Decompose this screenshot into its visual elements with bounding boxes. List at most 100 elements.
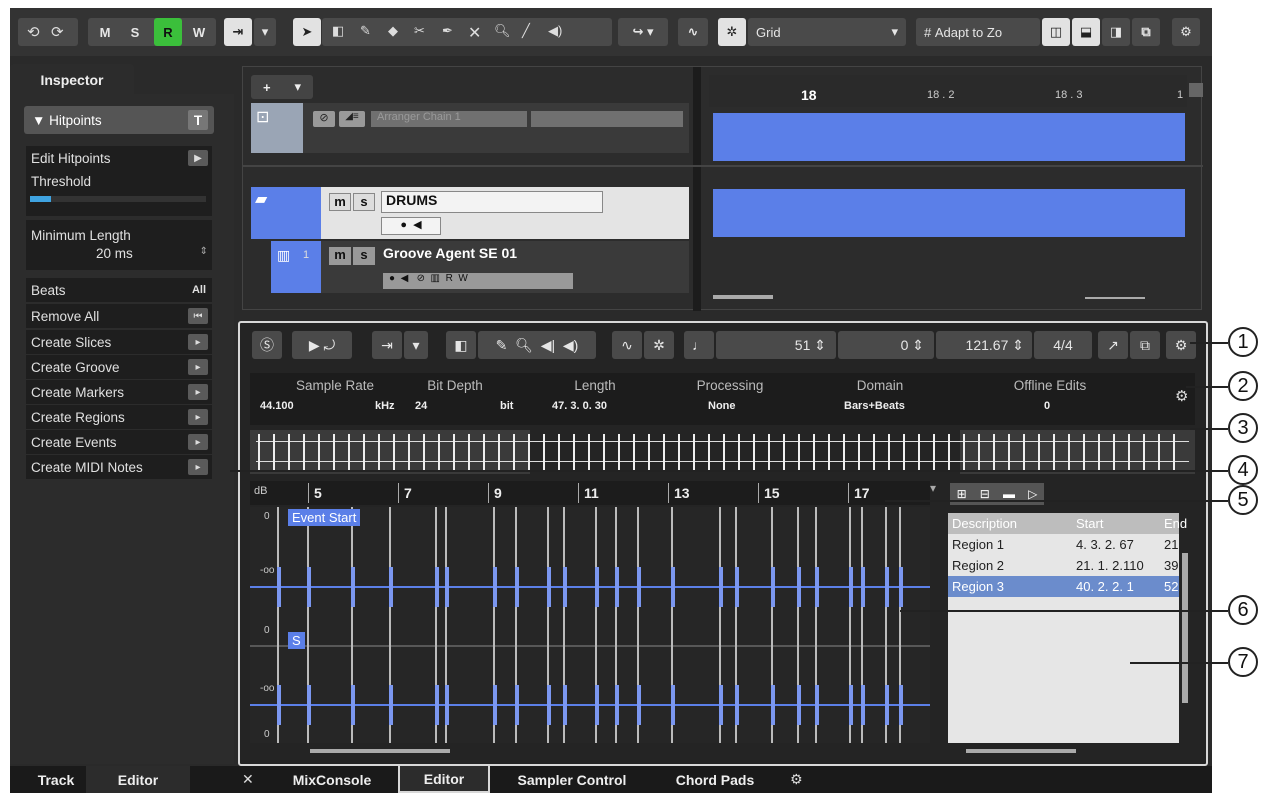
overview-visible-range[interactable] (530, 430, 960, 474)
regions-scrollbar[interactable] (966, 749, 1076, 753)
sync-marker[interactable]: S (288, 632, 305, 649)
chevron-down-icon[interactable]: ▾ (404, 331, 428, 359)
play-region-icon[interactable]: ▷ (1028, 487, 1037, 501)
track-solo-button[interactable]: s (353, 193, 375, 211)
gear-icon[interactable]: ⚙ (1166, 331, 1196, 359)
splitter[interactable] (693, 67, 701, 311)
track-solo-button[interactable]: s (353, 247, 375, 265)
remove-all-button[interactable]: Remove All ⏮ (26, 304, 212, 328)
zoom-icon[interactable]: 🔍︎ (494, 23, 511, 39)
track-name-field[interactable]: DRUMS (381, 191, 603, 213)
right-zone-icon[interactable]: ◨ (1102, 18, 1130, 46)
window-icon[interactable]: ⧉ (1130, 331, 1160, 359)
vertical-scrollbar[interactable] (1182, 553, 1188, 703)
remove-region-icon[interactable]: ⊟ (980, 487, 990, 501)
tab-chord-pads[interactable]: Chord Pads (660, 766, 770, 793)
color-tool-icon[interactable]: ↪ ▾ (618, 18, 668, 46)
glue-icon[interactable]: ✒ (442, 23, 453, 39)
speaker-icon[interactable]: ◀) (548, 23, 562, 39)
edit-hitpoints-button[interactable]: Edit Hitpoints ▶ (26, 146, 212, 170)
waveform-display[interactable]: Event Start S 0 -oo 0 -oo 0 (250, 507, 930, 743)
gear-icon[interactable]: ⚙ (1175, 387, 1188, 405)
track-mute-button[interactable]: m (329, 193, 351, 211)
arranger-section-select[interactable] (531, 111, 683, 127)
arranger-chain-select[interactable]: Arranger Chain 1 (371, 111, 527, 127)
minimum-length-value[interactable]: 20 ms (96, 246, 133, 261)
range-tool-icon[interactable]: ◧ (446, 331, 476, 359)
add-track-button[interactable]: + ▾ (251, 75, 313, 99)
musical-mode-icon[interactable]: ♩ (684, 331, 714, 359)
tab-track[interactable]: Track (28, 766, 84, 793)
window-icon[interactable]: ⧉ (1132, 18, 1160, 46)
inspector-action-button[interactable]: Create MIDI Notes ▸ (26, 455, 212, 479)
editor-ruler[interactable]: dB 5 7 9 11 13 15 17 (250, 481, 930, 505)
write-button[interactable]: W (186, 18, 212, 46)
length-value[interactable]: 47. 3. 0. 30 (552, 400, 607, 412)
tab-editor[interactable]: Editor (398, 766, 490, 793)
inspector-action-button[interactable]: Create Regions ▸ (26, 405, 212, 429)
record-monitor-buttons[interactable]: ● ◀ (381, 217, 441, 235)
eraser-icon[interactable]: ◆ (388, 23, 398, 39)
drums-folder-part[interactable] (713, 189, 1185, 237)
play-loop-buttons[interactable]: ▶ ⤾ (292, 331, 352, 359)
undo-icon[interactable]: ⟲ (27, 23, 40, 41)
chevron-down-icon[interactable] (1189, 83, 1203, 97)
region-select-icon[interactable]: ▬ (1003, 487, 1015, 501)
zoom-slider[interactable] (1085, 297, 1145, 299)
drums-track-header[interactable]: m s DRUMS ● ◀ (321, 187, 689, 239)
read-button[interactable]: R (154, 18, 182, 46)
sample-rate-value[interactable]: 44.100 (260, 400, 294, 412)
external-icon[interactable]: ↗ (1098, 331, 1128, 359)
solo-editor-icon[interactable]: Ⓢ (252, 331, 282, 359)
tab-inspector[interactable]: Inspector (10, 64, 134, 96)
track-mute-button[interactable]: m (329, 247, 351, 265)
region-row[interactable]: Region 3 40. 2. 2. 1 52 (948, 576, 1179, 597)
link-icon[interactable]: ⊘ (313, 111, 335, 127)
snap-icon[interactable]: ∿ (678, 18, 708, 46)
editor-tools[interactable]: ✎ 🔍︎ ◀| ◀) (478, 331, 596, 359)
threshold-control[interactable]: Threshold (26, 170, 212, 216)
inspector-action-button[interactable]: Create Groove ▸ (26, 355, 212, 379)
region-row[interactable]: Region 2 21. 1. 2.110 39 (948, 555, 1179, 576)
mute-button[interactable]: M (92, 18, 118, 46)
gear-icon[interactable]: ⚙ (790, 771, 803, 788)
offline-edits-value[interactable]: 0 (1044, 400, 1050, 412)
grid-snap-icon[interactable]: ✲ (718, 18, 746, 46)
arranger-mode-icon[interactable]: ◢≡ (339, 111, 365, 127)
pencil-icon[interactable]: ✎ (360, 23, 371, 39)
event-start-marker[interactable]: Event Start (288, 509, 361, 526)
tab-mixconsole[interactable]: MixConsole (272, 766, 392, 793)
track-controls[interactable]: ● ◀ ⊘ ▥ R W (383, 273, 573, 289)
column-header[interactable]: End (1164, 516, 1187, 531)
autoscroll-icon[interactable]: ⇥ (224, 18, 252, 46)
hitpoints-section-header[interactable]: ▼ Hitpoints T (24, 106, 214, 134)
pointer-tool-icon[interactable]: ➤ (293, 18, 321, 46)
minimum-length-control[interactable]: Minimum Length 20 ms ⇕ (26, 220, 212, 270)
redo-icon[interactable]: ⟳ (51, 23, 64, 41)
snap-type-select[interactable]: Grid ▾ (748, 18, 906, 46)
offset-field[interactable]: 0 ⇕ (838, 331, 934, 359)
processing-value[interactable]: None (708, 400, 736, 412)
left-zone-icon[interactable]: ◫ (1042, 18, 1070, 46)
snap-icon[interactable]: ∿ (612, 331, 642, 359)
scissors-icon[interactable]: ✂ (414, 23, 425, 39)
instrument-track-header[interactable]: m s Groove Agent SE 01 ● ◀ ⊘ ▥ R W (321, 241, 689, 293)
inspector-action-button[interactable]: Create Slices ▸ (26, 330, 212, 354)
bit-depth-value[interactable]: 24 (415, 400, 427, 412)
inspector-action-button[interactable]: Create Markers ▸ (26, 380, 212, 404)
bpm-field[interactable]: 121.67 ⇕ (936, 331, 1032, 359)
add-region-icon[interactable]: ⊞ (957, 487, 967, 501)
tempo-field[interactable]: 51 ⇕ (716, 331, 836, 359)
range-tool-icon[interactable]: ◧ (332, 23, 344, 39)
tab-sampler-control[interactable]: Sampler Control (500, 766, 644, 793)
gear-icon[interactable]: ⚙ (1172, 18, 1200, 46)
db-label[interactable]: dB (254, 485, 267, 497)
beats-select[interactable]: Beats All (26, 278, 212, 302)
horizontal-scrollbar[interactable] (713, 295, 773, 299)
pin-icon[interactable]: T (188, 110, 208, 130)
stepper-icon[interactable]: ⇕ (200, 246, 208, 257)
mute-tool-icon[interactable]: ✕ (468, 23, 481, 43)
autoscroll-icon[interactable]: ⇥ (372, 331, 402, 359)
signature-field[interactable]: 4/4 (1034, 331, 1092, 359)
project-ruler[interactable]: 18 18 . 2 18 . 3 1 (709, 75, 1187, 107)
